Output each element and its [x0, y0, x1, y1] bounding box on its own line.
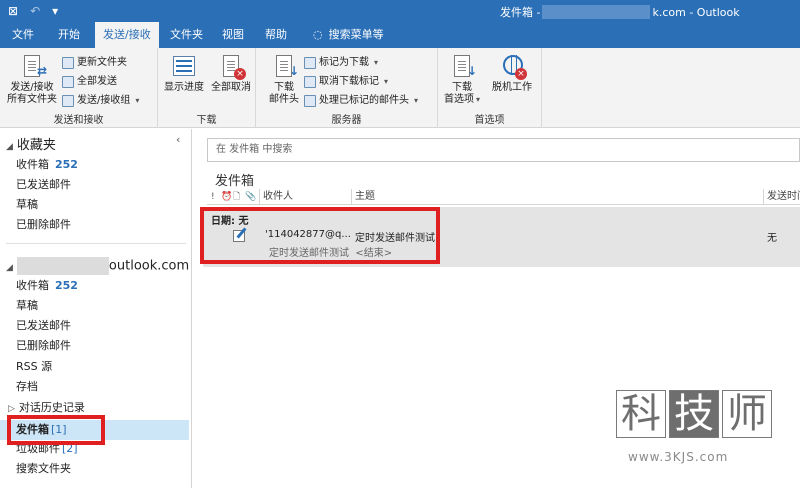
chevron-down-icon: ▾	[135, 96, 140, 105]
collapse-triangle-icon: ◢	[6, 142, 13, 152]
favorites-header[interactable]: ◢ 收藏夹	[6, 134, 56, 153]
download-preferences-icon: ↓	[447, 54, 477, 80]
chevron-down-icon: ▾	[384, 77, 389, 86]
download-headers-icon: ↓	[269, 54, 299, 80]
unmark-download-icon	[304, 76, 316, 88]
send-receive-all-button[interactable]: ⇄ 发送/接收 所有文件夹	[4, 54, 60, 106]
column-sent[interactable]: 发送时间	[763, 189, 800, 205]
tab-help[interactable]: 帮助	[257, 22, 295, 48]
folder-title: 发件箱	[215, 174, 255, 189]
tab-tell-me[interactable]: ◌ 搜索菜单等	[305, 22, 392, 48]
group-server: ↓ 下载 邮件头 标记为下载 ▾ 取消下载标记 ▾ 处理已标记的邮件头 ▾ 服务…	[256, 48, 438, 128]
group-send-receive: ⇄ 发送/接收 所有文件夹 更新文件夹 全部发送 发送/接收组 ▾ 发送和接收	[0, 48, 158, 128]
collapse-pane-icon[interactable]: ‹	[176, 133, 180, 146]
download-headers-button[interactable]: ↓ 下载 邮件头	[264, 54, 304, 106]
process-headers-icon	[304, 95, 316, 107]
ribbon: ⇄ 发送/接收 所有文件夹 更新文件夹 全部发送 发送/接收组 ▾ 发送和接收 …	[0, 48, 800, 128]
column-to[interactable]: 收件人	[259, 189, 351, 205]
watermark: 科 技 师 www.3KJS.com	[616, 390, 776, 470]
chevron-down-icon: ▾	[475, 95, 480, 104]
highlight-box-message	[200, 207, 440, 264]
globe-offline-icon: ×	[497, 54, 527, 80]
lightbulb-icon: ◌	[313, 28, 323, 41]
window-title: 发件箱 - k.com - Outlook	[500, 5, 740, 19]
acct-deleted[interactable]: 已删除邮件	[16, 336, 71, 356]
outlook-app-icon[interactable]: ⊠	[8, 3, 18, 19]
work-offline-button[interactable]: × 脱机工作	[486, 54, 538, 94]
chevron-down-icon: ▾	[374, 58, 379, 67]
fav-drafts[interactable]: 草稿	[16, 195, 38, 215]
fav-inbox[interactable]: 收件箱 252	[16, 155, 78, 175]
show-progress-icon	[169, 54, 199, 80]
acct-archive[interactable]: 存档	[16, 377, 38, 397]
send-all-button[interactable]: 全部发送	[62, 73, 117, 91]
tab-view[interactable]: 视图	[214, 22, 252, 48]
reminder-icon[interactable]: ⏰	[221, 189, 232, 205]
mark-to-download-button[interactable]: 标记为下载 ▾	[304, 54, 378, 72]
update-folder-button[interactable]: 更新文件夹	[62, 54, 127, 72]
tab-file[interactable]: 文件	[4, 22, 42, 48]
fav-deleted[interactable]: 已删除邮件	[16, 215, 71, 235]
acct-search-folders[interactable]: 搜索文件夹	[16, 459, 71, 479]
watermark-url: www.3KJS.com	[628, 450, 729, 464]
column-header: ! ⏰ 🗋 📎 收件人 主题 发送时间	[207, 189, 800, 205]
attachment-icon[interactable]: 📎	[245, 189, 256, 205]
acct-drafts[interactable]: 草稿	[16, 296, 38, 316]
chevron-down-icon: ▾	[414, 96, 419, 105]
tab-folder[interactable]: 文件夹	[162, 22, 211, 48]
highlight-box-outbox	[7, 415, 105, 445]
send-all-icon	[62, 76, 74, 88]
quick-access-dropdown-icon[interactable]: ▾	[52, 3, 58, 19]
redacted-email	[542, 5, 651, 19]
divider	[6, 243, 186, 244]
cancel-all-icon: ×	[216, 54, 246, 80]
acct-sent[interactable]: 已发送邮件	[16, 316, 71, 336]
watermark-char: 科	[616, 390, 666, 438]
show-progress-button[interactable]: 显示进度	[162, 54, 206, 94]
undo-icon[interactable]: ↶	[30, 3, 40, 19]
update-folder-icon	[62, 57, 74, 69]
title-bar: ⊠ ↶ ▾ 发件箱 - k.com - Outlook	[0, 0, 800, 22]
doc-icon[interactable]: 🗋	[233, 189, 240, 205]
acct-rss[interactable]: RSS 源	[16, 357, 52, 377]
account-header[interactable]: ◢ outlook.com	[6, 257, 189, 275]
acct-inbox[interactable]: 收件箱 252	[16, 276, 78, 296]
tab-send-receive[interactable]: 发送/接收	[95, 22, 159, 48]
search-input[interactable]: 在 发件箱 中搜索	[207, 138, 800, 162]
send-receive-icon: ⇄	[17, 54, 47, 80]
expand-triangle-icon: ▷	[8, 404, 15, 414]
process-marked-headers-button[interactable]: 处理已标记的邮件头 ▾	[304, 92, 418, 110]
collapse-triangle-icon: ◢	[6, 262, 13, 273]
fav-sent[interactable]: 已发送邮件	[16, 175, 71, 195]
column-subject[interactable]: 主题	[351, 189, 763, 205]
message-sent: 无	[767, 233, 777, 244]
send-receive-groups-icon	[62, 95, 74, 107]
tab-home[interactable]: 开始	[50, 22, 88, 48]
group-download: 显示进度 × 全部取消 下载	[158, 48, 256, 128]
importance-icon[interactable]: !	[211, 189, 215, 205]
ribbon-tabs: 文件 开始 发送/接收 文件夹 视图 帮助 ◌ 搜索菜单等	[0, 22, 800, 48]
redacted-account	[16, 257, 109, 275]
send-receive-groups-button[interactable]: 发送/接收组 ▾	[62, 92, 139, 110]
group-preferences: ↓ 下载 首选项 ▾ × 脱机工作 首选项	[438, 48, 542, 128]
unmark-to-download-button[interactable]: 取消下载标记 ▾	[304, 73, 388, 91]
mark-download-icon	[304, 57, 316, 69]
watermark-char: 技	[669, 390, 719, 438]
download-preferences-button[interactable]: ↓ 下载 首选项 ▾	[442, 54, 482, 106]
watermark-char: 师	[722, 390, 772, 438]
cancel-all-button[interactable]: × 全部取消	[208, 54, 254, 94]
